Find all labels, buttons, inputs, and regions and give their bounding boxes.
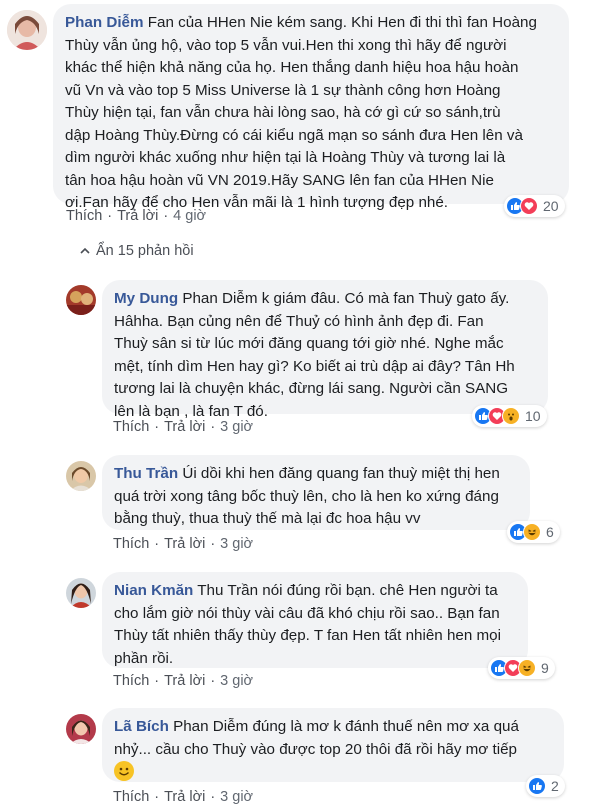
reply-actions: Thích · Trả lời · 3 giờ bbox=[113, 673, 253, 689]
avatar-photo bbox=[66, 714, 96, 744]
reply-link[interactable]: Trả lời bbox=[164, 419, 205, 435]
timestamp[interactable]: 3 giờ bbox=[220, 419, 253, 435]
separator: · bbox=[163, 208, 169, 224]
timestamp[interactable]: 3 giờ bbox=[220, 536, 253, 552]
comment-text-line: Fan của HHen Nie kém sang. Khi Hen đi th… bbox=[147, 14, 537, 31]
reply-bubble: Lã Bích Phan Diễm đúng là mơ k đánh thuế… bbox=[102, 708, 564, 782]
hide-replies-button[interactable]: Ẩn 15 phản hồi bbox=[80, 243, 194, 259]
avatar-photo bbox=[66, 461, 96, 491]
reply-actions: Thích · Trả lời · 3 giờ bbox=[113, 789, 253, 805]
reaction-summary[interactable]: 6 bbox=[507, 521, 560, 543]
reply-text-line: Phan Diễm đúng là mơ k đánh thuế nên mơ … bbox=[173, 718, 519, 735]
separator: · bbox=[154, 673, 160, 689]
reply-text-line: quá trời xong tâng bốc thuỳ lên, cho là … bbox=[114, 487, 499, 505]
reply-text-line: phần rồi. bbox=[114, 649, 174, 667]
reply-text-line: bằng thuỳ, thua thuỳ thế mà lại đc hoa h… bbox=[114, 510, 421, 527]
reply-actions: Thích · Trả lời · 3 giờ bbox=[113, 419, 253, 435]
comment-text-line: dập Hoàng Thùy.Đừng có cái kiểu ngã mạn … bbox=[65, 126, 523, 144]
comment-author[interactable]: Phan Diễm bbox=[65, 14, 144, 31]
separator: · bbox=[154, 789, 160, 805]
reply-link[interactable]: Trả lời bbox=[164, 789, 205, 805]
reply-actions: Thích · Trả lời · 3 giờ bbox=[113, 536, 253, 552]
comment-actions: Thích · Trả lời · 4 giờ bbox=[66, 208, 206, 224]
separator: · bbox=[210, 789, 216, 805]
reply-author[interactable]: Lã Bích bbox=[114, 718, 169, 735]
separator: · bbox=[210, 419, 216, 435]
like-link[interactable]: Thích bbox=[66, 208, 102, 224]
reply-text-line: Thùy tất nhiên thấy thùy đẹp. T fan Hen … bbox=[114, 627, 501, 644]
comment-text-line: dìm người khác xuống như hiện tại là Hoà… bbox=[65, 149, 506, 166]
reply-text-line: Úi dồi khi hen đăng quang fan thuỳ miệt … bbox=[182, 465, 500, 482]
like-link[interactable]: Thích bbox=[113, 673, 149, 689]
reply-bubble: Nian Kmăn Thu Trần nói đúng rồi bạn. chê… bbox=[102, 572, 528, 668]
reaction-count: 20 bbox=[543, 198, 559, 214]
reaction-summary[interactable]: 10 bbox=[472, 405, 547, 427]
reaction-count: 6 bbox=[546, 524, 554, 540]
avatar[interactable] bbox=[66, 461, 96, 491]
avatar-photo bbox=[66, 578, 96, 608]
reply-author[interactable]: Nian Kmăn bbox=[114, 582, 193, 599]
smiley-emoji-icon bbox=[114, 761, 134, 781]
comment-text-line: Thùy vẫn ủng hộ, vào top 5 vẫn vui.Hen t… bbox=[65, 36, 507, 54]
reply-author[interactable]: Thu Trần bbox=[114, 465, 178, 482]
reaction-summary[interactable]: 2 bbox=[526, 775, 565, 797]
reply-text-line: Hâhha. Bạn củng nên để Thuỷ có hình ảnh … bbox=[114, 312, 484, 330]
like-link[interactable]: Thích bbox=[113, 789, 149, 805]
timestamp[interactable]: 3 giờ bbox=[220, 789, 253, 805]
reply-text-line: nhỷ... cầu cho Thuỳ vào được top 20 thôi… bbox=[114, 740, 517, 758]
avatar[interactable] bbox=[66, 714, 96, 744]
comment-text-line: khác thể hiện khả năng của họ. Hen thắng… bbox=[65, 59, 519, 76]
reply-text-line: Phan Diễm k giám đâu. Có mà fan Thuỳ gat… bbox=[182, 290, 510, 307]
separator: · bbox=[154, 419, 160, 435]
avatar-photo bbox=[7, 10, 47, 50]
comment-bubble: Phan Diễm Fan của HHen Nie kém sang. Khi… bbox=[53, 4, 569, 211]
comment-text-line: Thùy hiện tại, fan vẫn chưa hài lòng sao… bbox=[65, 104, 501, 121]
reply-text-line: Thuỳ sân si từ lúc mới đăng quang tới gi… bbox=[114, 335, 504, 352]
separator: · bbox=[154, 536, 160, 552]
timestamp[interactable]: 3 giờ bbox=[220, 673, 253, 689]
haha-reaction-icon bbox=[518, 659, 536, 677]
separator: · bbox=[210, 673, 216, 689]
reply-link[interactable]: Trả lời bbox=[117, 208, 158, 224]
timestamp[interactable]: 4 giờ bbox=[173, 208, 206, 224]
comment-text-line: vũ Vn và vào top 5 Miss Universe là 1 sự… bbox=[65, 81, 501, 99]
reaction-count: 9 bbox=[541, 660, 549, 676]
reply-text-line: mệt, tính dìm Hen hay gì? Ko biết ai trù… bbox=[114, 357, 515, 375]
reply-text-line: lên là bạn , là fan T đó. bbox=[114, 402, 268, 420]
reply-link[interactable]: Trả lời bbox=[164, 536, 205, 552]
like-link[interactable]: Thích bbox=[113, 419, 149, 435]
chevron-up-icon bbox=[80, 243, 90, 259]
reaction-summary[interactable]: 20 bbox=[504, 195, 565, 217]
reply-text-line: cho lắm giờ nói thùy vài câu đã khó chịu… bbox=[114, 604, 500, 622]
like-reaction-icon bbox=[528, 777, 546, 795]
avatar[interactable] bbox=[66, 578, 96, 608]
reply-bubble: Thu Trần Úi dồi khi hen đăng quang fan t… bbox=[102, 455, 530, 530]
reply-bubble: My Dung Phan Diễm k giám đâu. Có mà fan … bbox=[102, 280, 548, 420]
avatar[interactable] bbox=[66, 285, 96, 315]
reaction-count: 10 bbox=[525, 408, 541, 424]
haha-reaction-icon bbox=[523, 523, 541, 541]
wow-reaction-icon bbox=[502, 407, 520, 425]
reply-author[interactable]: My Dung bbox=[114, 290, 178, 307]
reaction-count: 2 bbox=[551, 778, 559, 794]
reply-text-line: tương lai là chuyện khác, đừng lái sang.… bbox=[114, 380, 509, 397]
separator: · bbox=[210, 536, 216, 552]
reply-link[interactable]: Trả lời bbox=[164, 673, 205, 689]
avatar-photo bbox=[66, 285, 96, 315]
comment-text-line: tân hoa hậu hoàn vũ VN 2019.Hãy SANG lên… bbox=[65, 171, 494, 189]
avatar[interactable] bbox=[7, 10, 47, 50]
reply-text-line: Thu Trần nói đúng rồi bạn. chê Hen người… bbox=[197, 582, 498, 599]
hide-replies-label: Ẩn 15 phản hồi bbox=[96, 243, 194, 259]
reaction-summary[interactable]: 9 bbox=[488, 657, 555, 679]
love-reaction-icon bbox=[520, 197, 538, 215]
separator: · bbox=[107, 208, 113, 224]
like-link[interactable]: Thích bbox=[113, 536, 149, 552]
